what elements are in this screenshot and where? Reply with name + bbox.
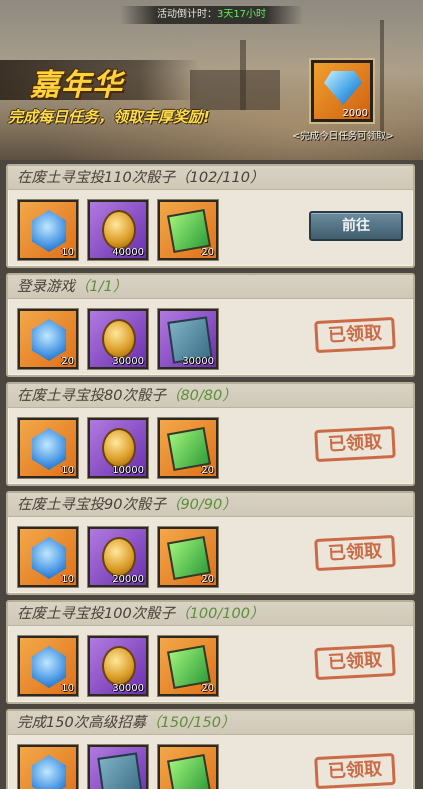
- countdown-timer: 活动倒计时：3天17小时: [120, 6, 303, 24]
- task-progress: （102/110）: [175, 170, 265, 186]
- reward-item[interactable]: 10000: [88, 418, 148, 478]
- reward-item[interactable]: 20: [158, 200, 218, 260]
- task-header: 完成150次高级招募（150/150）: [8, 711, 413, 735]
- reward-item[interactable]: 20: [158, 418, 218, 478]
- reward-item[interactable]: [88, 745, 148, 789]
- reward-qty: 30000: [112, 356, 144, 367]
- reward-qty: 10: [61, 574, 74, 585]
- reward-qty: 20: [201, 574, 214, 585]
- task-progress: （90/90）: [165, 497, 237, 513]
- reward-item[interactable]: 30000: [88, 309, 148, 369]
- gold-coin-icon: [102, 646, 136, 686]
- reward-item[interactable]: 20000: [88, 527, 148, 587]
- blue-gem-icon: [31, 755, 67, 789]
- task-card: 在废土寻宝投110次骰子（102/110） 10 40000 20 前往: [6, 164, 415, 268]
- task-header: 在废土寻宝投90次骰子（90/90）: [8, 493, 413, 517]
- reward-qty: 40000: [112, 247, 144, 258]
- reward-item[interactable]: 10: [18, 527, 78, 587]
- reward-qty: 10: [61, 247, 74, 258]
- blue-gem-icon: [31, 537, 67, 579]
- reward-item[interactable]: [158, 745, 218, 789]
- task-header: 在废土寻宝投100次骰子（100/100）: [8, 602, 413, 626]
- task-progress: （150/150）: [146, 715, 236, 731]
- treasure-map-icon: [166, 753, 212, 789]
- dead-tree: [380, 20, 384, 140]
- task-title: 在废土寻宝投110次骰子: [17, 170, 176, 186]
- daily-reward-box[interactable]: 2000: [311, 60, 373, 122]
- reward-qty: 20: [201, 247, 214, 258]
- task-header: 在废土寻宝投110次骰子（102/110）: [8, 166, 413, 190]
- reward-qty: 30000: [182, 356, 214, 367]
- task-card: 在废土寻宝投100次骰子（100/100） 10 30000 20 已领取: [6, 600, 415, 704]
- reward-item[interactable]: [18, 745, 78, 789]
- reward-item[interactable]: 40000: [88, 200, 148, 260]
- reward-item[interactable]: 10: [18, 418, 78, 478]
- claimed-stamp: 已领取: [314, 643, 396, 681]
- task-progress: （1/1）: [75, 279, 128, 295]
- reward-item[interactable]: 10: [18, 200, 78, 260]
- claimed-stamp: 已领取: [314, 752, 396, 789]
- task-card: 完成150次高级招募（150/150） 已领取: [6, 709, 415, 789]
- reward-qty: 20: [201, 465, 214, 476]
- reward-qty: 10: [61, 683, 74, 694]
- task-title: 在废土寻宝投80次骰子: [17, 388, 166, 404]
- recruit-ticket-icon: [97, 752, 143, 789]
- task-title: 在废土寻宝投100次骰子: [17, 606, 176, 622]
- daily-reward-caption: <完成今日任务可领取>: [292, 131, 394, 142]
- reward-qty: 20000: [112, 574, 144, 585]
- reward-item[interactable]: 20: [158, 527, 218, 587]
- reward-item[interactable]: 20: [158, 636, 218, 696]
- task-header: 登录游戏（1/1）: [8, 275, 413, 299]
- ruins-silhouette: [190, 70, 280, 110]
- blue-gem-icon: [31, 210, 67, 252]
- task-title: 完成150次高级招募: [17, 715, 147, 731]
- claimed-stamp: 已领取: [314, 425, 396, 463]
- reward-item[interactable]: 20: [18, 309, 78, 369]
- daily-reward-qty: 2000: [342, 108, 368, 119]
- event-banner: 活动倒计时：3天17小时 嘉年华 完成每日任务，领取丰厚奖励! 2000 <完成…: [0, 0, 423, 160]
- reward-qty: 20: [201, 683, 214, 694]
- countdown-label: 活动倒计时：: [156, 9, 217, 20]
- blue-gem-icon: [31, 428, 67, 470]
- task-title: 登录游戏: [17, 279, 75, 295]
- task-card: 登录游戏（1/1） 20 30000 30000 已领取: [6, 273, 415, 377]
- countdown-value: 3天17小时: [216, 9, 267, 20]
- go-button[interactable]: 前往: [309, 211, 403, 241]
- gold-coin-icon: [102, 319, 136, 359]
- task-list[interactable]: 在废土寻宝投110次骰子（102/110） 10 40000 20 前往登录游戏（1/1…: [0, 160, 423, 789]
- reward-item[interactable]: 30000: [158, 309, 218, 369]
- reward-item[interactable]: 30000: [88, 636, 148, 696]
- ruins-pole: [240, 40, 246, 110]
- gold-coin-icon: [102, 210, 136, 250]
- task-card: 在废土寻宝投80次骰子（80/80） 10 10000 20 已领取: [6, 382, 415, 486]
- task-progress: （100/100）: [175, 606, 265, 622]
- reward-qty: 10: [61, 465, 74, 476]
- task-card: 在废土寻宝投90次骰子（90/90） 10 20000 20 已领取: [6, 491, 415, 595]
- task-header: 在废土寻宝投80次骰子（80/80）: [8, 384, 413, 408]
- gold-coin-icon: [102, 428, 136, 468]
- event-subtitle: 完成每日任务，领取丰厚奖励!: [8, 108, 210, 126]
- claimed-stamp: 已领取: [314, 316, 396, 354]
- reward-qty: 30000: [112, 683, 144, 694]
- event-title: 嘉年华: [30, 68, 123, 103]
- reward-item[interactable]: 10: [18, 636, 78, 696]
- gold-coin-icon: [102, 537, 136, 577]
- blue-diamond-icon: [324, 71, 362, 105]
- blue-gem-icon: [31, 646, 67, 688]
- reward-qty: 10000: [112, 465, 144, 476]
- task-progress: （80/80）: [165, 388, 237, 404]
- claimed-stamp: 已领取: [314, 534, 396, 572]
- blue-gem-icon: [31, 319, 67, 361]
- reward-qty: 20: [61, 356, 74, 367]
- task-title: 在废土寻宝投90次骰子: [17, 497, 166, 513]
